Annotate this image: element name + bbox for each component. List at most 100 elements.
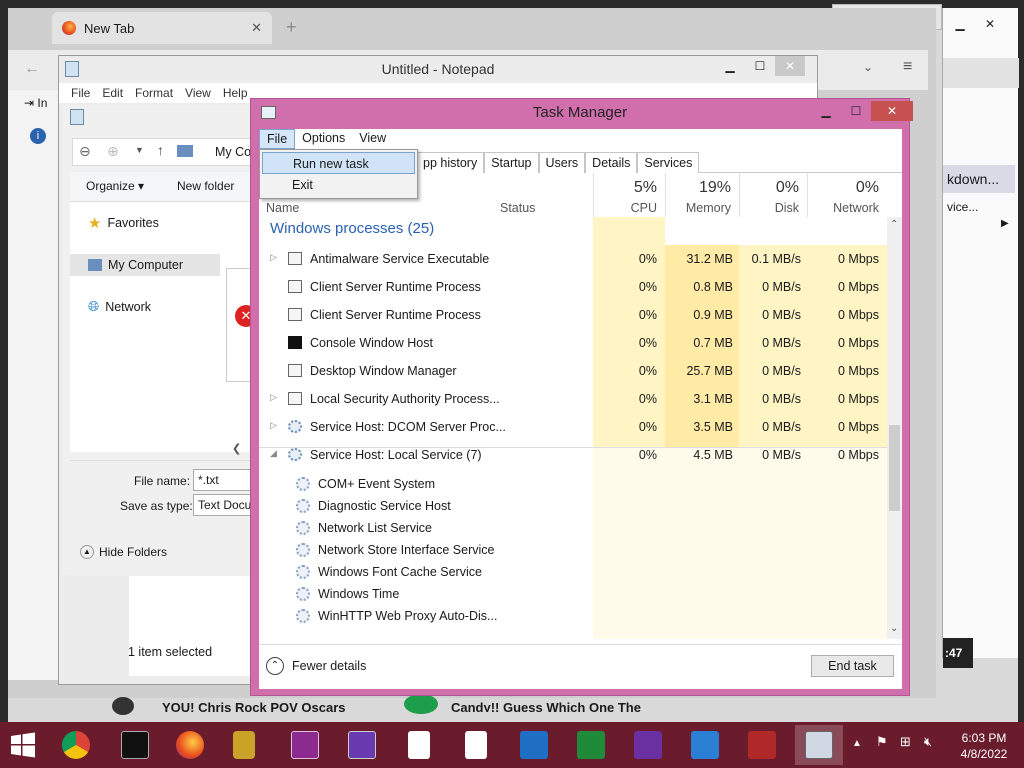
process-row[interactable]: Client Server Runtime Process 0% 0.9 MB 0 M… <box>259 301 887 329</box>
expand-icon[interactable]: ▷ <box>270 252 277 263</box>
finance-icon[interactable] <box>571 725 611 765</box>
tm-menu-options[interactable]: Options <box>295 129 352 149</box>
scroll-down-icon[interactable]: ⌄ <box>890 623 898 634</box>
scroll-left-icon[interactable]: ❮ <box>232 442 241 455</box>
tm-menu-file[interactable]: File <box>259 129 296 149</box>
menu-help[interactable]: Help <box>217 83 254 103</box>
info-icon[interactable]: i <box>30 128 46 144</box>
menu-run-new-task[interactable]: Run new task <box>262 152 415 174</box>
minimize-icon[interactable]: ▁ <box>715 56 745 76</box>
col-cpu[interactable]: 5% CPU <box>593 173 665 217</box>
forward-circle-icon[interactable]: ⊕ <box>107 143 119 160</box>
process-row[interactable]: ▷ Service Host: DCOM Server Proc... 0% 3.5 … <box>259 413 887 441</box>
firefox-taskbar-icon[interactable] <box>170 725 210 765</box>
news-icon[interactable] <box>742 725 782 765</box>
camera-icon[interactable] <box>285 725 325 765</box>
col-disk[interactable]: 0% Disk <box>739 173 807 217</box>
service-row[interactable]: Windows Time <box>259 583 887 605</box>
menu-format[interactable]: Format <box>129 83 179 103</box>
up-arrow-icon[interactable]: ↑ <box>157 142 164 158</box>
tab-users[interactable]: Users <box>538 152 586 173</box>
scroll-thumb[interactable] <box>889 425 900 511</box>
console-icon[interactable] <box>115 725 155 765</box>
pocket-icon[interactable]: ⌄ <box>863 60 873 74</box>
menu-file[interactable]: File <box>65 83 96 103</box>
col-status[interactable]: Status <box>491 173 593 217</box>
volume-muted-icon[interactable]: 🔇︎ <box>924 734 932 750</box>
file-icon-2[interactable] <box>456 725 496 765</box>
task-manager-taskbar-icon[interactable] <box>795 725 843 765</box>
process-row[interactable]: ◢ Service Host: Local Service (7) 0% 4.5 MB… <box>259 441 887 469</box>
maximize-icon[interactable]: ☐ <box>841 101 871 121</box>
chevron-down-icon[interactable]: ▼ <box>135 145 144 155</box>
close-icon[interactable]: ✕ <box>871 101 913 121</box>
mail-icon[interactable] <box>514 725 554 765</box>
process-row[interactable]: Client Server Runtime Process 0% 0.8 MB 0 M… <box>259 273 887 301</box>
service-row[interactable]: Network List Service <box>259 517 887 539</box>
back-arrow-icon[interactable]: ← <box>24 60 40 78</box>
close-icon[interactable]: ✕ <box>775 56 805 76</box>
start-button[interactable] <box>3 725 43 765</box>
close-icon[interactable]: ✕ <box>975 14 1005 34</box>
service-row[interactable]: Windows Font Cache Service <box>259 561 887 583</box>
chrome-icon[interactable] <box>56 725 96 765</box>
flag-icon[interactable]: ⚑ <box>876 734 888 750</box>
new-folder-button[interactable]: New folder <box>177 179 234 193</box>
process-row[interactable]: ▷ Antimalware Service Executable 0% 31.2 MB… <box>259 245 887 273</box>
calendar-icon[interactable] <box>342 725 382 765</box>
expand-icon[interactable]: ◢ <box>270 448 277 459</box>
menu-edit[interactable]: Edit <box>96 83 129 103</box>
menu-view[interactable]: View <box>179 83 217 103</box>
news-headline-right[interactable]: Candy!! Guess Which One The <box>451 700 641 712</box>
tab-app-history[interactable]: pp history <box>417 152 485 173</box>
tray-expand-icon[interactable]: ▲ <box>852 738 862 749</box>
weather-icon[interactable] <box>685 725 725 765</box>
fewer-details-button[interactable]: ⌃ Fewer details <box>266 657 366 675</box>
maximize-icon[interactable]: ☐ <box>745 56 775 76</box>
tab-startup[interactable]: Startup <box>484 152 539 173</box>
menu-icon[interactable]: ≡ <box>903 58 912 76</box>
tm-menu-view[interactable]: View <box>352 129 393 149</box>
service-row[interactable]: Diagnostic Service Host <box>259 495 887 517</box>
save-type-select[interactable]: Text Docu <box>193 494 253 516</box>
service-row[interactable]: WinHTTP Web Proxy Auto-Dis... <box>259 605 887 627</box>
file-name-input[interactable]: *.txt <box>193 469 253 491</box>
vertical-scrollbar[interactable]: ⌃ ⌄ <box>887 217 902 639</box>
menu-exit[interactable]: Exit <box>262 174 415 196</box>
minimize-icon[interactable]: ▁ <box>811 101 841 121</box>
tab-new-tab[interactable]: New Tab ✕ <box>52 12 272 44</box>
tab-services[interactable]: Services <box>637 152 700 173</box>
service-row[interactable]: Network Store Interface Service <box>259 539 887 561</box>
scroll-up-icon[interactable]: ⌃ <box>890 219 898 230</box>
file-icon[interactable] <box>399 725 439 765</box>
trophy-icon[interactable] <box>628 725 668 765</box>
import-link[interactable]: ⇥ In <box>24 96 47 110</box>
expand-icon[interactable]: ▷ <box>270 420 277 431</box>
organize-button[interactable]: Organize ▾ <box>86 179 144 193</box>
tab-details[interactable]: Details <box>585 152 638 173</box>
service-row[interactable]: COM+ Event System <box>259 473 887 495</box>
process-row[interactable]: Console Window Host 0% 0.7 MB 0 MB/s 0 Mbps <box>259 329 887 357</box>
address-bar[interactable]: ⊖ ⊕ ▼ ↑ My Co <box>72 138 262 166</box>
process-row[interactable]: Desktop Window Manager 0% 25.7 MB 0 MB/s 0 M… <box>259 357 887 385</box>
network-tray-icon[interactable]: ⊞ <box>900 734 911 750</box>
dialog-bottom-pane: File name: *.txt Save as type: Text Docu… <box>70 460 262 576</box>
expand-icon[interactable]: ▷ <box>270 392 277 403</box>
clock[interactable]: 6:03 PM 4/8/2022 <box>952 730 1016 762</box>
col-network[interactable]: 0% Network <box>807 173 887 217</box>
nav-favorites[interactable]: ★ Favorites <box>88 214 159 232</box>
process-row[interactable]: ▷ Local Security Authority Process... 0% 3.… <box>259 385 887 413</box>
news-headline-left[interactable]: YOU! Chris Rock POV Oscars <box>162 700 346 712</box>
process-name: Antimalware Service Executable <box>310 252 490 266</box>
nav-network[interactable]: 🌐︎ Network <box>88 298 151 315</box>
lock-icon[interactable] <box>224 725 264 765</box>
nav-my-computer[interactable]: My Computer <box>70 254 220 276</box>
tm-menubar: File Options View <box>259 129 902 149</box>
hide-folders-button[interactable]: ▲ Hide Folders <box>80 545 167 559</box>
new-tab-icon[interactable]: + <box>286 17 297 38</box>
minimize-icon[interactable]: ▁ <box>945 14 975 34</box>
end-task-button[interactable]: End task <box>811 655 894 677</box>
close-tab-icon[interactable]: ✕ <box>251 20 262 36</box>
col-memory[interactable]: 19% Memory <box>665 173 739 217</box>
back-circle-icon[interactable]: ⊖ <box>79 143 91 160</box>
